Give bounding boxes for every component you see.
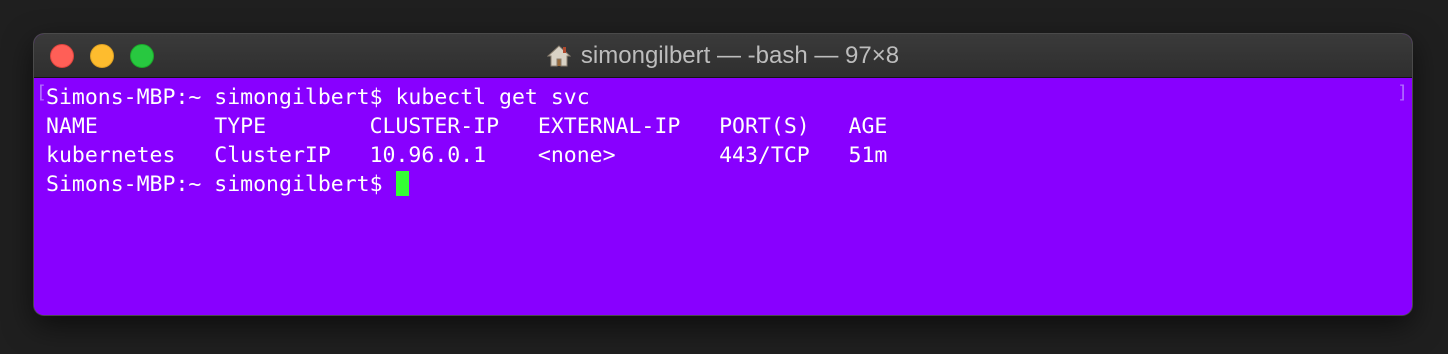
scroll-bracket-right: ]: [1397, 82, 1408, 103]
terminal-line-prompt[interactable]: Simons-MBP:~ simongilbert$: [46, 170, 1412, 199]
terminal-line-output: kubernetes ClusterIP 10.96.0.1 <none> 44…: [46, 143, 888, 168]
terminal-line-command: Simons-MBP:~ simongilbert$ kubectl get s…: [46, 85, 590, 110]
terminal-content[interactable]: [ ] Simons-MBP:~ simongilbert$ kubectl g…: [34, 78, 1412, 315]
text-cursor: [395, 171, 409, 196]
prompt-text: Simons-MBP:~ simongilbert$: [46, 172, 396, 197]
home-icon: [546, 45, 571, 67]
window-title-text: simongilbert — -bash — 97×8: [580, 42, 900, 69]
window-title: simongilbert — -bash — 97×8: [34, 34, 1412, 78]
title-bar[interactable]: simongilbert — -bash — 97×8: [34, 34, 1412, 78]
terminal-window: simongilbert — -bash — 97×8 [ ] Simons-M…: [34, 34, 1412, 315]
terminal-line-header: NAME TYPE CLUSTER-IP EXTERNAL-IP PORT(S)…: [46, 114, 888, 139]
scroll-bracket-left: [: [36, 82, 47, 103]
